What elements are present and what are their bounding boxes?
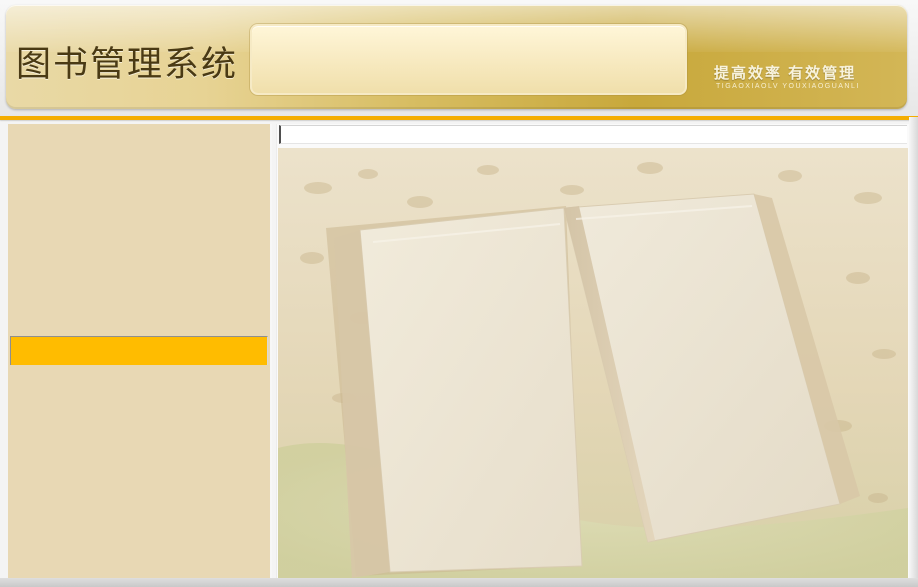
slogan: 提高效率 有效管理 <box>714 65 857 82</box>
content-bar <box>279 125 907 144</box>
bottom-strip <box>0 578 918 587</box>
header: 图书管理系统 提高效率 有效管理 TIGAOXIAOLV YOUXIAOGUAN… <box>0 0 918 120</box>
header-divider <box>0 116 918 120</box>
app-window: 图书管理系统 提高效率 有效管理 TIGAOXIAOLV YOUXIAOGUAN… <box>0 0 918 587</box>
main-content <box>276 124 911 578</box>
sidebar <box>8 124 272 582</box>
slogan-pinyin: TIGAOXIAOLV YOUXIAOGUANLI <box>716 83 860 90</box>
sidebar-panel-top <box>8 124 270 335</box>
sidebar-panel-bottom <box>8 366 270 582</box>
right-edge <box>909 117 918 587</box>
header-banner: 图书管理系统 提高效率 有效管理 TIGAOXIAOLV YOUXIAOGUAN… <box>6 5 907 109</box>
sidebar-selected-item[interactable] <box>10 336 268 365</box>
hero-image <box>278 148 908 578</box>
header-center-panel <box>250 24 687 95</box>
app-title: 图书管理系统 <box>16 45 239 85</box>
open-stone-book-illustration <box>278 148 908 578</box>
